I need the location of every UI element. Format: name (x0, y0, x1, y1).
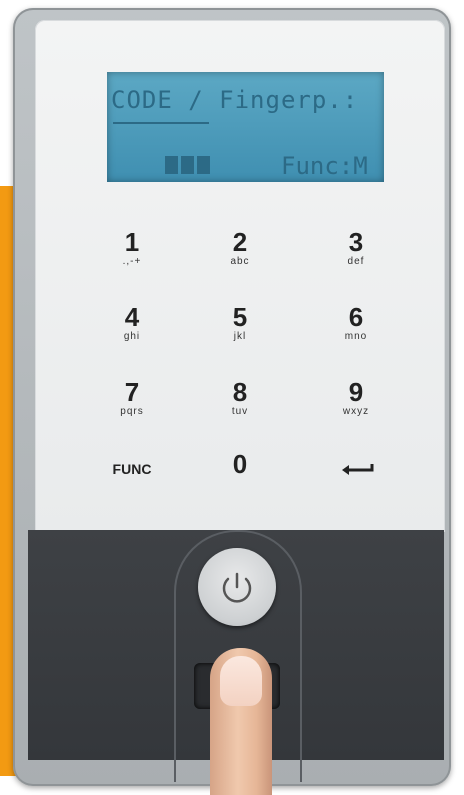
power-button[interactable] (198, 548, 276, 626)
key-3-number: 3 (348, 227, 364, 257)
fingernail (220, 656, 262, 706)
key-9-letters: wxyz (342, 406, 370, 417)
key-4[interactable]: 4 ghi (92, 303, 172, 361)
key-5-letters: jkl (233, 331, 247, 342)
key-5-number: 5 (232, 302, 248, 332)
display-func-indicator: Func:M (281, 152, 368, 180)
key-1-number: 1 (124, 227, 140, 257)
key-2-letters: abc (230, 256, 250, 267)
battery-icon (165, 156, 210, 174)
display-cursor-line (113, 122, 209, 124)
func-key[interactable]: FUNC (92, 440, 172, 498)
key-9[interactable]: 9 wxyz (316, 378, 396, 436)
key-7-letters: pqrs (120, 406, 144, 417)
display-line1: CODE / Fingerp.: (111, 86, 359, 114)
battery-bar (165, 156, 178, 174)
key-6-number: 6 (348, 302, 364, 332)
key-4-number: 4 (124, 302, 140, 332)
key-9-number: 9 (348, 377, 364, 407)
key-7-number: 7 (124, 377, 140, 407)
key-2-number: 2 (232, 227, 248, 257)
key-3[interactable]: 3 def (316, 228, 396, 286)
key-3-letters: def (347, 256, 365, 267)
key-0-number: 0 (232, 449, 248, 479)
battery-bar (197, 156, 210, 174)
power-icon (222, 572, 252, 603)
key-2[interactable]: 2 abc (200, 228, 280, 286)
enter-key[interactable] (316, 440, 396, 498)
enter-icon (342, 464, 374, 475)
key-6-letters: mno (344, 331, 368, 342)
key-6[interactable]: 6 mno (316, 303, 396, 361)
battery-bar (181, 156, 194, 174)
key-0[interactable]: 0 (200, 450, 280, 508)
key-1-letters: .,-+ (122, 256, 142, 267)
key-8-letters: tuv (231, 406, 249, 417)
key-5[interactable]: 5 jkl (200, 303, 280, 361)
key-4-letters: ghi (123, 331, 141, 342)
lcd-display: CODE / Fingerp.: Func:M (107, 72, 384, 182)
key-8-number: 8 (232, 377, 248, 407)
key-8[interactable]: 8 tuv (200, 378, 280, 436)
func-key-label: FUNC (112, 461, 152, 477)
key-7[interactable]: 7 pqrs (92, 378, 172, 436)
key-1[interactable]: 1 .,-+ (92, 228, 172, 286)
